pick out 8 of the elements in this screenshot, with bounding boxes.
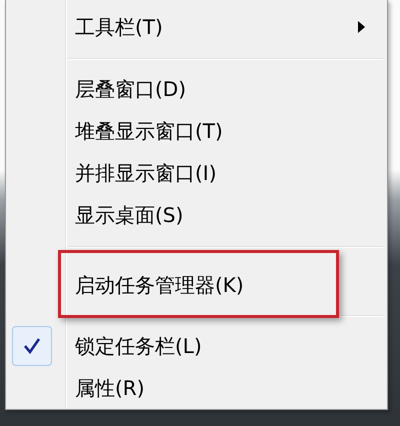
menu-item[interactable]: 并排显示窗口(I)	[6, 152, 387, 194]
menu-item[interactable]: 显示桌面(S)	[6, 194, 387, 236]
menu-item[interactable]: 启动任务管理器(K)	[6, 264, 387, 306]
menu-item[interactable]: 属性(R)	[6, 367, 387, 409]
menu-item[interactable]: 层叠窗口(D)	[6, 68, 387, 110]
menu-item[interactable]: 锁定任务栏(L)	[6, 325, 387, 367]
menu-item[interactable]: 工具栏(T)	[6, 6, 387, 48]
menu-item[interactable]: 堆叠显示窗口(T)	[6, 110, 387, 152]
